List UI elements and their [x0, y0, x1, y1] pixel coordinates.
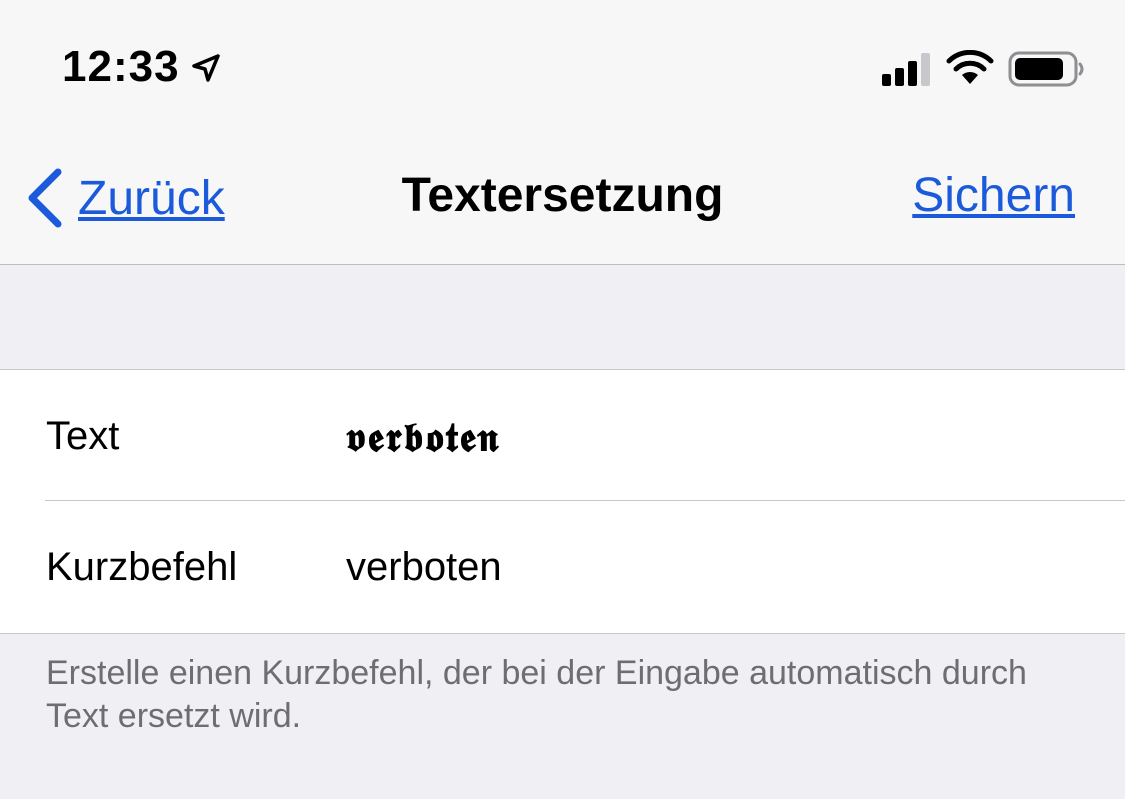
shortcut-field[interactable]: verboten — [346, 545, 502, 590]
status-time: 12:33 — [62, 42, 180, 91]
text-label: Text — [46, 414, 120, 458]
wifi-icon — [946, 50, 994, 84]
status-bar: 12:33 — [0, 0, 1125, 130]
shortcut-label: Kurzbefehl — [46, 545, 238, 589]
footer-hint: Erstelle einen Kurzbefehl, der bei der E… — [46, 654, 1027, 735]
text-replacement-form: Text 𝖛𝖊𝖗𝖇𝖔𝖙𝖊𝖓 Kurzbefehl verboten — [0, 369, 1125, 634]
cellular-signal-icon — [882, 53, 930, 86]
save-button[interactable]: Sichern — [912, 168, 1075, 223]
navigation-bar: Zurück Textersetzung Sichern — [0, 130, 1125, 265]
location-arrow-icon — [192, 54, 220, 82]
shortcut-row[interactable]: Kurzbefehl verboten — [0, 501, 1125, 631]
text-row[interactable]: Text 𝖛𝖊𝖗𝖇𝖔𝖙𝖊𝖓 — [0, 370, 1125, 501]
text-field[interactable]: 𝖛𝖊𝖗𝖇𝖔𝖙𝖊𝖓 — [346, 414, 500, 461]
battery-icon — [1008, 51, 1084, 87]
